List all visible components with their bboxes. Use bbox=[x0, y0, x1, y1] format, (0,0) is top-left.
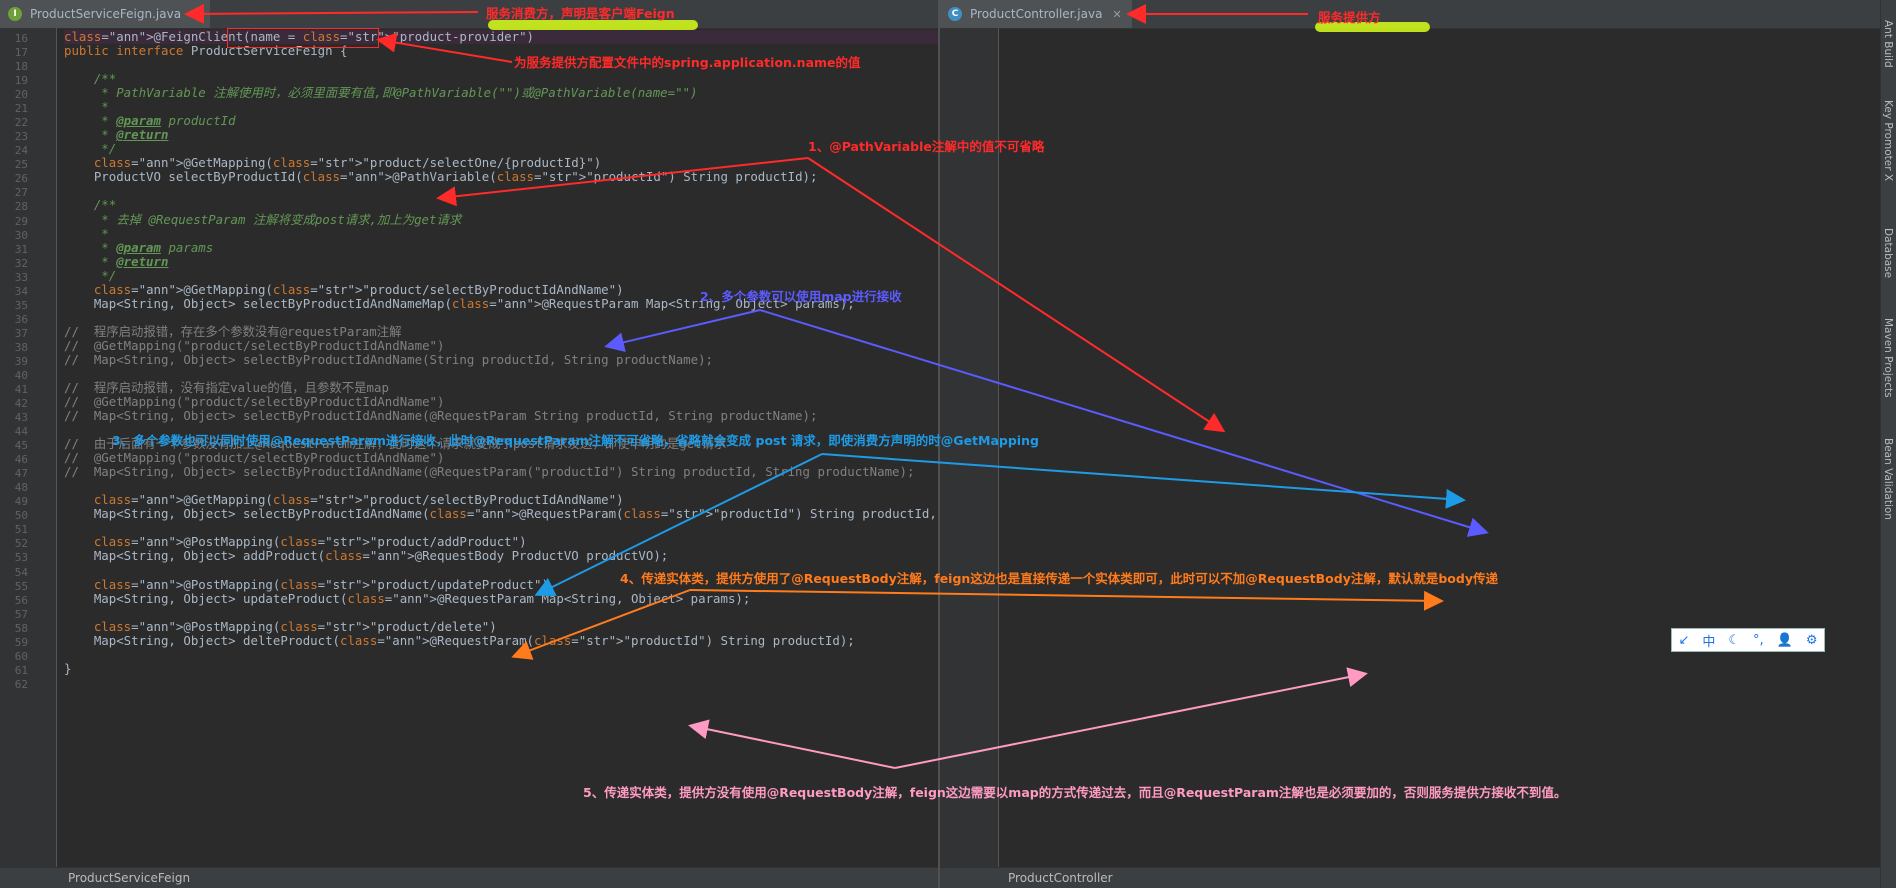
code-line[interactable]: // Map<String, Object> selectByProductId… bbox=[64, 409, 940, 423]
tab-product-controller[interactable]: C ProductController.java ✕ bbox=[940, 0, 1132, 28]
code-line[interactable]: * bbox=[64, 226, 940, 241]
note-consumer: 服务消费方，声明是客户端Feign bbox=[486, 6, 675, 21]
code-line[interactable]: Map<String, Object> updateProduct(class=… bbox=[64, 591, 940, 606]
ime-user-icon[interactable]: 👤 bbox=[1777, 633, 1793, 648]
note-app-name: 为服务提供方配置文件中的spring.application.name的值 bbox=[514, 55, 861, 70]
tool-maven-projects[interactable]: Maven Projects bbox=[1882, 318, 1894, 398]
code-line[interactable]: * bbox=[64, 100, 940, 114]
right-breadcrumb-bar: ProductController bbox=[940, 867, 1880, 888]
tool-key-promoter[interactable]: Key Promoter X bbox=[1882, 100, 1894, 181]
code-line[interactable] bbox=[64, 521, 940, 535]
ime-punct-icon[interactable]: °, bbox=[1753, 633, 1764, 648]
code-line[interactable]: * PathVariable 注解使用时，必须里面要有值,即@PathVaria… bbox=[64, 86, 940, 100]
right-gutter bbox=[940, 28, 999, 888]
code-line[interactable]: // @GetMapping("product/selectByProductI… bbox=[64, 451, 940, 465]
code-line[interactable]: /** bbox=[64, 72, 940, 86]
note-2: 2、多个参数可以使用map进行接收 bbox=[700, 289, 902, 304]
breadcrumb: ProductController bbox=[1008, 871, 1113, 885]
left-tab-bar: I ProductServiceFeign.java ✕ bbox=[0, 0, 940, 29]
note-5: 5、传递实体类，提供方没有使用@RequestBody注解，feign这边需要以… bbox=[583, 785, 1567, 800]
right-tool-window-strip: Ant Build Key Promoter X Database Maven … bbox=[1880, 0, 1896, 888]
code-line[interactable]: * 去掉 @RequestParam 注解将变成post请求,加上为get请求 bbox=[64, 212, 940, 227]
close-icon[interactable]: ✕ bbox=[191, 8, 200, 21]
code-line[interactable]: * @param params bbox=[64, 240, 940, 255]
code-line[interactable]: class="ann">@PostMapping(class="str">"pr… bbox=[64, 535, 940, 549]
code-line[interactable]: // Map<String, Object> selectByProductId… bbox=[64, 465, 940, 479]
note-provider: 服务提供方 bbox=[1318, 10, 1381, 25]
code-line[interactable]: class="ann">@GetMapping(class="str">"pro… bbox=[64, 156, 940, 170]
code-line[interactable]: Map<String, Object> addProduct(class="an… bbox=[64, 549, 940, 563]
code-line[interactable] bbox=[64, 648, 940, 662]
code-line[interactable]: // Map<String, Object> selectByProductId… bbox=[64, 352, 940, 367]
ime-lang-toggle[interactable]: 中 bbox=[1702, 631, 1715, 650]
ime-expand-icon[interactable]: ↙ bbox=[1678, 633, 1689, 648]
code-line[interactable] bbox=[64, 184, 940, 198]
code-line[interactable]: Map<String, Object> selectByProductIdAnd… bbox=[64, 507, 940, 521]
code-line[interactable]: class="ann">@GetMapping(class="str">"pro… bbox=[64, 493, 940, 507]
close-icon[interactable]: ✕ bbox=[1112, 8, 1121, 21]
code-line[interactable] bbox=[64, 676, 940, 690]
code-line[interactable] bbox=[64, 367, 940, 381]
code-line[interactable]: * @param productId bbox=[64, 114, 940, 128]
code-line[interactable]: // @GetMapping("product/selectByProductI… bbox=[64, 395, 940, 409]
left-breadcrumb-bar: ProductServiceFeign bbox=[0, 867, 940, 888]
interface-icon: I bbox=[8, 7, 22, 21]
right-editor-pane: C ProductController.java ✕ 1package com.… bbox=[940, 0, 1880, 888]
code-line[interactable] bbox=[64, 479, 940, 493]
code-line[interactable] bbox=[64, 606, 940, 620]
tab-label: ProductController.java bbox=[970, 7, 1103, 21]
tool-database[interactable]: Database bbox=[1882, 228, 1894, 278]
code-line[interactable]: /** bbox=[64, 198, 940, 212]
code-line[interactable]: class="ann">@PostMapping(class="str">"pr… bbox=[64, 619, 940, 634]
code-line[interactable]: */ bbox=[64, 268, 940, 283]
tool-ant-build[interactable]: Ant Build bbox=[1882, 20, 1894, 68]
code-line[interactable]: } bbox=[64, 661, 940, 676]
line-number: 62 bbox=[14, 677, 28, 691]
ime-toolbar[interactable]: ↙ 中 ☾ °, 👤 ⚙ bbox=[1671, 628, 1825, 652]
code-line[interactable]: // 程序启动报错，存在多个参数没有@requestParam注解 bbox=[64, 324, 940, 339]
ime-settings-icon[interactable]: ⚙ bbox=[1806, 633, 1818, 648]
code-line[interactable]: ProductVO selectByProductId(class="ann">… bbox=[64, 170, 940, 184]
note-1: 1、@PathVariable注解中的值不可省略 bbox=[808, 139, 1045, 154]
code-line[interactable]: // @GetMapping("product/selectByProductI… bbox=[64, 338, 940, 353]
breadcrumb: ProductServiceFeign bbox=[68, 871, 191, 885]
code-line[interactable]: Map<String, Object> delteProduct(class="… bbox=[64, 633, 940, 648]
tool-bean-validation[interactable]: Bean Validation bbox=[1882, 438, 1894, 520]
code-line[interactable]: class="ann">@FeignClient(name = class="s… bbox=[64, 30, 940, 44]
value-highlight-box bbox=[227, 28, 379, 48]
code-line[interactable] bbox=[64, 311, 940, 325]
code-line[interactable]: // 程序启动报错，没有指定value的值，且参数不是map bbox=[64, 381, 940, 395]
note-3: 3、多个参数也可以同时使用@RequestParam进行接收，此时@Reques… bbox=[112, 433, 1039, 448]
tab-label: ProductServiceFeign.java bbox=[30, 7, 182, 21]
class-icon: C bbox=[948, 7, 962, 21]
ime-moon-icon[interactable]: ☾ bbox=[1728, 633, 1740, 648]
code-line[interactable]: * @return bbox=[64, 254, 940, 269]
tab-product-service-feign[interactable]: I ProductServiceFeign.java ✕ bbox=[0, 0, 211, 28]
note-4: 4、传递实体类，提供方使用了@RequestBody注解，feign这边也是直接… bbox=[620, 571, 1498, 586]
